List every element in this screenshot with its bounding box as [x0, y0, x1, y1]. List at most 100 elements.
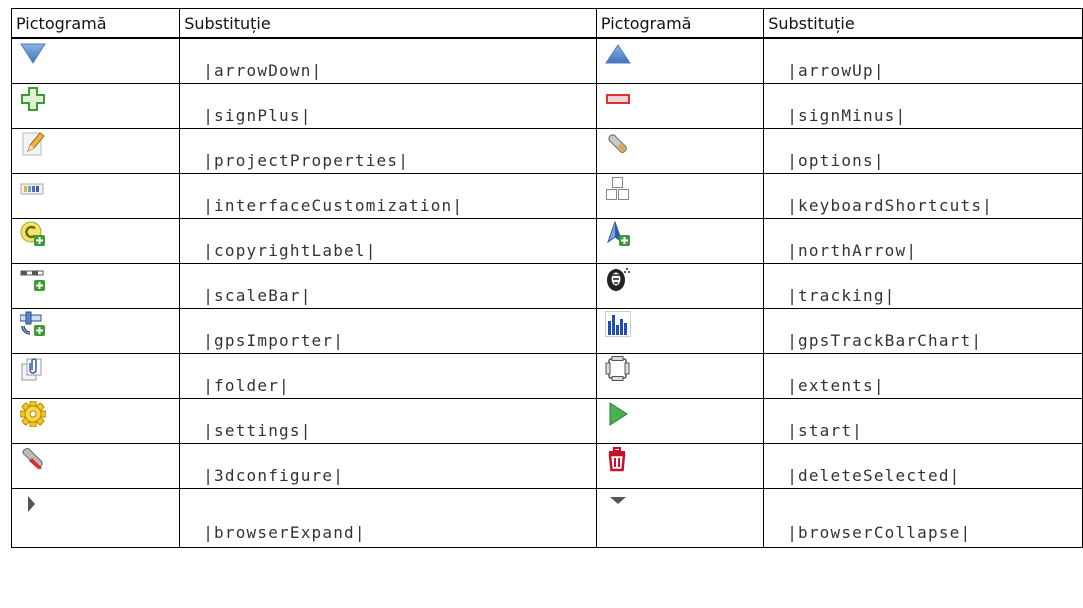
- delete-selected-icon: [608, 447, 626, 472]
- header-row: Pictogramă Substituție Pictogramă Substi…: [10, 8, 1083, 39]
- substitution-text: |deleteSelected|: [787, 466, 961, 485]
- substitution-cell: |scaleBar|: [179, 263, 597, 309]
- substitution-text: |copyrightLabel|: [203, 241, 377, 260]
- table-row: |gpsImporter| |gpsTrackBarChart|: [10, 308, 1083, 354]
- table-row: |copyrightLabel| |northArrow|: [10, 218, 1083, 264]
- table-row: |settings| |start|: [10, 398, 1083, 444]
- substitution-text: |scaleBar|: [203, 286, 312, 305]
- arrow-up-icon: [604, 44, 631, 64]
- substitution-cell: |tracking|: [763, 263, 1083, 309]
- substitution-cell: |arrowUp|: [763, 37, 1083, 84]
- substitution-cell: |gpsTrackBarChart|: [763, 308, 1083, 354]
- substitution-cell: |interfaceCustomization|: [179, 173, 597, 219]
- icon-cell: [595, 218, 765, 264]
- substitution-text: |browserExpand|: [203, 523, 366, 542]
- substitution-text: |keyboardShortcuts|: [787, 196, 994, 215]
- substitution-cell: |browserCollapse|: [763, 488, 1083, 548]
- icon-cell: [10, 37, 181, 84]
- icon-cell: [595, 353, 765, 399]
- icon-cell: [595, 398, 765, 444]
- arrow-down-icon: [20, 43, 46, 64]
- substitution-cell: |signMinus|: [763, 83, 1083, 129]
- browser-expand-icon: [28, 496, 35, 512]
- table-row: |folder| |extents|: [10, 353, 1083, 399]
- table-row: |scaleBar| |tracking|: [10, 263, 1083, 309]
- icon-substitution-table: Pictogramă Substituție Pictogramă Substi…: [10, 8, 1083, 548]
- substitution-text: |signPlus|: [203, 106, 312, 125]
- substitution-text: |gpsImporter|: [203, 331, 345, 350]
- copyright-label-icon: [20, 221, 45, 246]
- header-icon-col-1: Pictogramă: [10, 8, 181, 39]
- substitution-cell: |signPlus|: [179, 83, 597, 129]
- header-sub-col-2: Substituție: [763, 8, 1083, 39]
- tracking-icon: [606, 268, 630, 291]
- substitution-cell: |browserExpand|: [179, 488, 597, 548]
- folder-icon: [21, 358, 42, 381]
- substitution-text: |folder|: [203, 376, 290, 395]
- icon-cell: [595, 443, 765, 489]
- substitution-text: |northArrow|: [787, 241, 918, 260]
- icon-cell: [10, 308, 181, 354]
- substitution-text: |gpsTrackBarChart|: [787, 331, 983, 350]
- icon-cell: [10, 218, 181, 264]
- substitution-cell: |start|: [763, 398, 1083, 444]
- substitution-text: |extents|: [787, 376, 885, 395]
- scale-bar-icon: [20, 270, 45, 291]
- icon-cell: [595, 488, 765, 548]
- icon-cell: [10, 128, 181, 174]
- icon-cell: [10, 353, 181, 399]
- start-icon: [609, 402, 628, 426]
- table-row: |interfaceCustomization| |keyboardShortc…: [10, 173, 1083, 219]
- table-row: |projectProperties| |options|: [10, 128, 1083, 174]
- substitution-cell: |folder|: [179, 353, 597, 399]
- substitution-cell: |northArrow|: [763, 218, 1083, 264]
- icon-cell: [10, 173, 181, 219]
- settings-icon: [20, 401, 46, 427]
- project-properties-icon: [22, 132, 45, 156]
- header-icon-col-2: Pictogramă: [595, 8, 765, 39]
- gps-track-bar-chart-icon: [604, 311, 631, 337]
- substitution-text: |options|: [787, 151, 885, 170]
- table-row: |3dconfigure| |deleteSelected|: [10, 443, 1083, 489]
- icon-cell: [10, 398, 181, 444]
- table-row: |arrowDown| |arrowUp|: [10, 37, 1083, 84]
- substitution-cell: |gpsImporter|: [179, 308, 597, 354]
- options-icon: [608, 134, 627, 153]
- keyboard-shortcuts-icon: [605, 177, 629, 200]
- extents-icon: [605, 356, 630, 381]
- substitution-cell: |deleteSelected|: [763, 443, 1083, 489]
- icon-cell: [595, 308, 765, 354]
- table-row: |signPlus| |signMinus|: [10, 83, 1083, 129]
- interface-customization-icon: [20, 183, 44, 195]
- gps-importer-icon: [20, 311, 45, 336]
- substitution-cell: |keyboardShortcuts|: [763, 173, 1083, 219]
- substitution-text: |projectProperties|: [203, 151, 410, 170]
- substitution-cell: |copyrightLabel|: [179, 218, 597, 264]
- substitution-text: |tracking|: [787, 286, 896, 305]
- 3dconfigure-icon: [22, 448, 43, 470]
- sign-plus-icon: [21, 87, 45, 111]
- substitution-text: |browserCollapse|: [787, 523, 972, 542]
- sign-minus-icon: [605, 94, 630, 104]
- browser-collapse-icon: [609, 497, 626, 504]
- table-row: |browserExpand| |browserCollapse|: [10, 488, 1083, 548]
- substitution-text: |signMinus|: [787, 106, 907, 125]
- icon-cell: [595, 263, 765, 309]
- substitution-text: |3dconfigure|: [203, 466, 345, 485]
- substitution-text: |arrowUp|: [787, 61, 885, 80]
- icon-cell: [595, 83, 765, 129]
- icon-cell: [595, 37, 765, 84]
- substitution-cell: |3dconfigure|: [179, 443, 597, 489]
- icon-cell: [10, 83, 181, 129]
- substitution-cell: |settings|: [179, 398, 597, 444]
- substitution-text: |interfaceCustomization|: [203, 196, 464, 215]
- icon-cell: [10, 443, 181, 489]
- icon-cell: [10, 263, 181, 309]
- icon-cell: [595, 173, 765, 219]
- substitution-cell: |options|: [763, 128, 1083, 174]
- substitution-cell: |arrowDown|: [179, 37, 597, 84]
- icon-cell: [595, 128, 765, 174]
- substitution-cell: |projectProperties|: [179, 128, 597, 174]
- substitution-text: |start|: [787, 421, 864, 440]
- substitution-cell: |extents|: [763, 353, 1083, 399]
